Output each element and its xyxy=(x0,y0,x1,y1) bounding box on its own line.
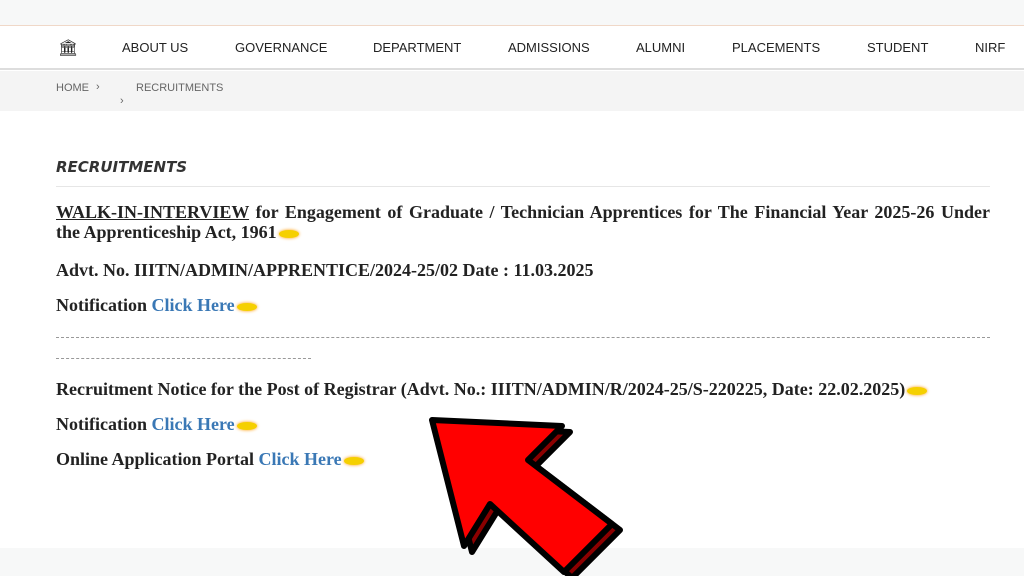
red-arrow-icon xyxy=(429,417,623,576)
